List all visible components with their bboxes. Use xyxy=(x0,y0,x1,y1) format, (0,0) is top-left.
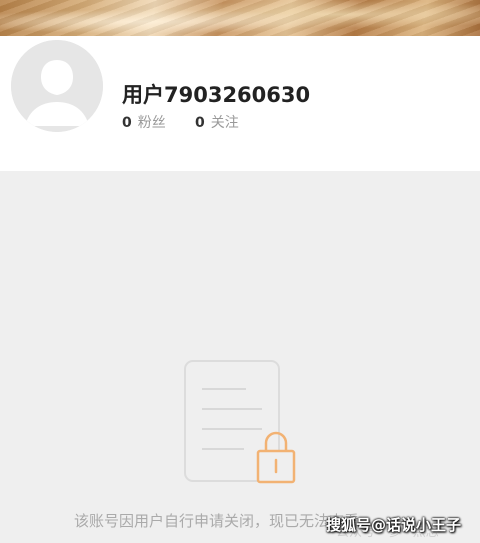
fans-label: 粉丝 xyxy=(137,115,166,131)
cover-banner xyxy=(0,0,480,36)
account-closed-message: 该账号因用户自行申请关闭，现已无法查看 xyxy=(74,512,360,530)
fans-stat[interactable]: 0 粉丝 xyxy=(122,114,166,132)
locked-document-icon xyxy=(182,359,302,489)
watermark-text: 搜狐号@话说小王子 xyxy=(326,516,462,534)
username: 用户7903260630 xyxy=(122,83,311,107)
following-count: 0 xyxy=(195,115,205,131)
following-stat[interactable]: 0 关注 xyxy=(195,114,239,132)
following-label: 关注 xyxy=(210,115,239,131)
default-avatar-icon[interactable] xyxy=(8,37,106,135)
profile-card: 用户7903260630 0 粉丝 0 关注 xyxy=(0,36,480,171)
watermark: 公众号 · 参 · 点念 搜狐号@话说小王子 xyxy=(322,513,472,540)
fans-count: 0 xyxy=(122,115,132,131)
